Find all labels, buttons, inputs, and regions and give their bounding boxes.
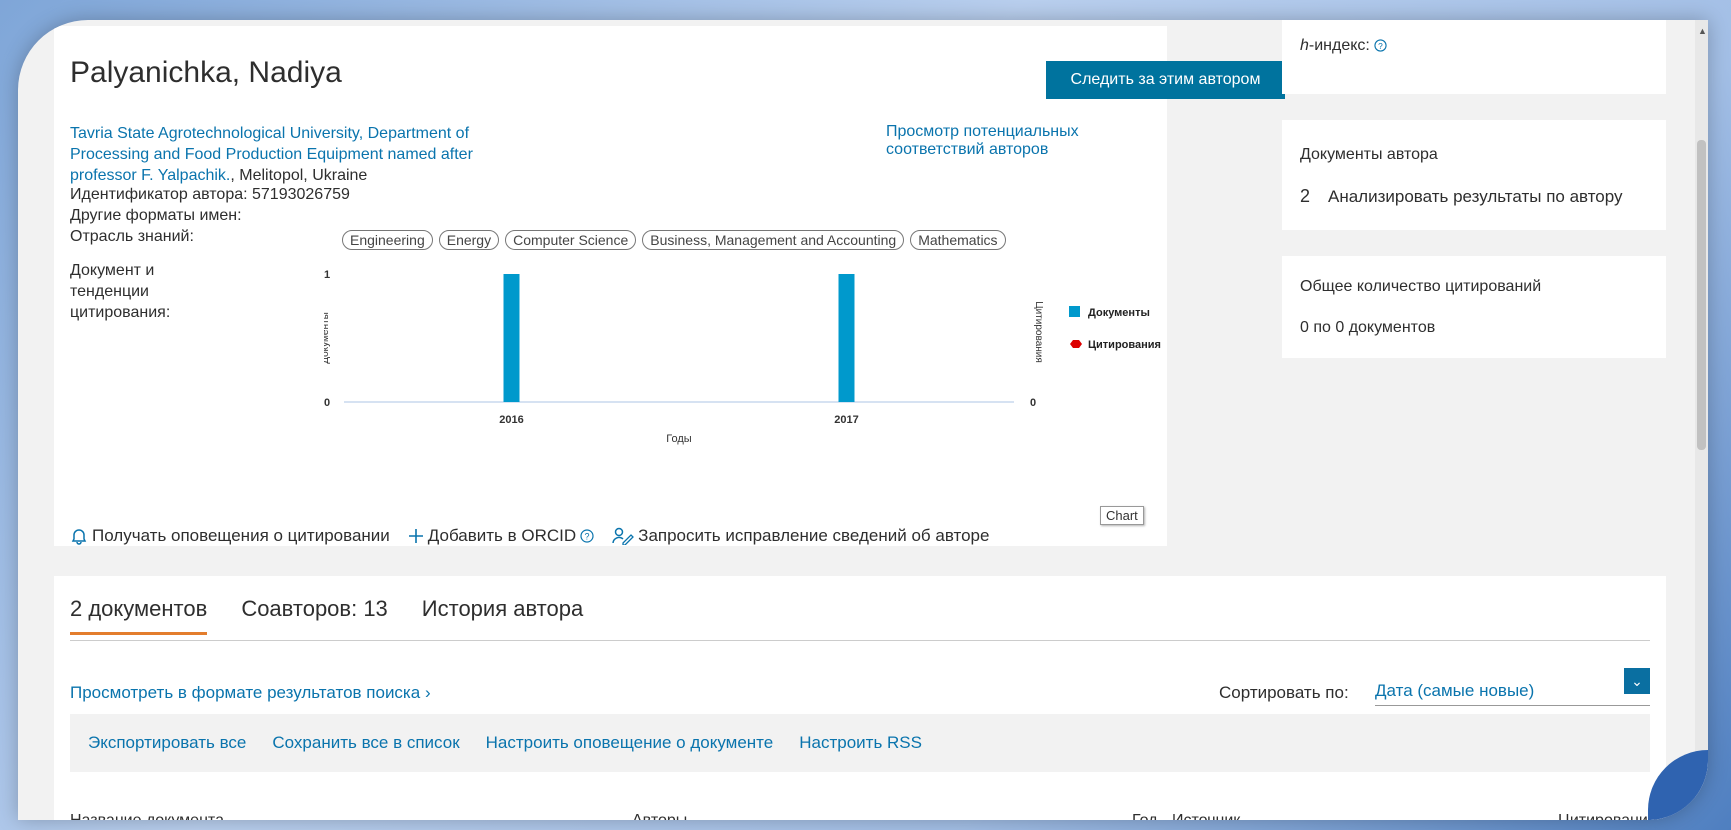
set-rss-button[interactable]: Настроить RSS (799, 733, 922, 753)
hindex-card: h-индекс: ? (1282, 20, 1666, 94)
window-frame: Palyanichka, Nadiya Следить за этим авто… (18, 20, 1708, 820)
subject-chip[interactable]: Mathematics (910, 230, 1006, 250)
y2-axis-label: Цитирования (1033, 301, 1044, 363)
author-profile-card: Palyanichka, Nadiya Следить за этим авто… (54, 26, 1285, 546)
column-authors[interactable]: Авторы (632, 812, 687, 820)
save-all-to-list-button[interactable]: Сохранить все в список (272, 733, 459, 753)
tabs-divider (70, 640, 1650, 641)
author-documents-label: Документы автора (1300, 146, 1438, 163)
view-in-search-link[interactable]: Просмотреть в формате результатов поиска… (70, 683, 431, 703)
subject-chip[interactable]: Engineering (342, 230, 433, 250)
chart-tooltip: Chart (1100, 506, 1144, 525)
legend-swatch-citations (1070, 340, 1082, 348)
potential-matches-link[interactable]: Просмотр потенциальных соответствий авто… (886, 123, 1167, 159)
affiliation-city: , Melitopol, Ukraine (230, 167, 368, 184)
citation-alert-label: Получать оповещения о цитировании (92, 526, 390, 545)
bell-icon (71, 529, 87, 545)
documents-card: 2 документов Соавторов: 13 История автор… (54, 576, 1666, 820)
help-icon[interactable]: ? (580, 529, 594, 543)
column-year[interactable]: Год (1132, 812, 1157, 820)
chart-bar (503, 274, 520, 402)
set-document-alert-button[interactable]: Настроить оповещение о документе (486, 733, 774, 753)
legend-label-documents: Документы (1088, 307, 1150, 319)
subject-chips: Engineering Energy Computer Science Busi… (342, 230, 1006, 250)
subject-chip[interactable]: Energy (438, 230, 500, 250)
tab-author-history[interactable]: История автора (422, 596, 583, 635)
documents-tabs: 2 документов Соавторов: 13 История автор… (70, 596, 583, 635)
column-title[interactable]: Название документа (70, 812, 224, 820)
svg-text:?: ? (1379, 41, 1384, 51)
author-documents-card: Документы автора 2 Анализировать результ… (1282, 120, 1666, 230)
help-icon[interactable]: ? (1374, 39, 1387, 52)
svg-text:?: ? (585, 532, 590, 542)
y-tick-label: 1 (324, 269, 330, 281)
legend-label-citations: Цитирования (1088, 339, 1161, 351)
total-citations-label: Общее количество цитирований (1300, 278, 1542, 295)
hindex-h: h (1300, 37, 1309, 54)
add-orcid-label: Добавить в ORCID (427, 526, 577, 545)
export-all-button[interactable]: Экспортировать все (88, 733, 246, 753)
author-actions: Получать оповещения о цитировании Добави… (70, 526, 989, 546)
scroll-up-icon[interactable]: ▲ (1698, 26, 1707, 36)
x-tick-label: 2017 (834, 414, 858, 426)
sort-select[interactable]: Дата (самые новые) (1375, 681, 1650, 706)
user-edit-icon (612, 527, 635, 545)
view-in-search-label: Просмотреть в формате результатов поиска (70, 683, 421, 702)
total-citations-card: Общее количество цитирований 0 по 0 доку… (1282, 256, 1666, 358)
follow-author-button[interactable]: Следить за этим автором (1046, 61, 1285, 99)
legend-swatch-documents (1069, 306, 1080, 317)
subject-chip[interactable]: Business, Management and Accounting (642, 230, 905, 250)
scrollbar-thumb[interactable] (1697, 140, 1706, 450)
column-source[interactable]: Источник (1172, 812, 1240, 820)
hindex-text: -индекс: (1308, 37, 1370, 54)
chevron-down-icon[interactable]: ⌄ (1624, 668, 1650, 694)
y-axis-label: Документы (324, 312, 331, 364)
chart-bar (838, 274, 855, 402)
request-correction-action[interactable]: Запросить исправление сведений об авторе (612, 526, 989, 546)
doc-trend-label: Документ и тенденции цитирования: (70, 262, 171, 321)
plus-icon (408, 529, 423, 543)
request-correction-label: Запросить исправление сведений об авторе (638, 526, 990, 545)
author-documents-count: 2 (1300, 186, 1311, 206)
citation-alert-action[interactable]: Получать оповещения о цитировании (70, 526, 390, 546)
author-name: Palyanichka, Nadiya (70, 56, 342, 89)
y-tick-label: 0 (324, 397, 330, 409)
subject-area-label: Отрасль знаний: (70, 228, 194, 245)
analyze-results-link[interactable]: Анализировать результаты по автору (1328, 187, 1623, 207)
tab-coauthors[interactable]: Соавторов: 13 (241, 596, 387, 635)
x-axis-label: Годы (666, 433, 692, 445)
column-citations[interactable]: Цитирования (1558, 812, 1657, 820)
add-orcid-action[interactable]: Добавить в ORCID ? (408, 526, 594, 546)
subject-chip[interactable]: Computer Science (505, 230, 637, 250)
documents-toolbar: Экспортировать все Сохранить все в списо… (70, 714, 1650, 772)
affiliation: Tavria State Agrotechnological Universit… (70, 123, 540, 186)
hindex-label: h-индекс: ? (1300, 37, 1387, 55)
sort-label: Сортировать по: (1219, 683, 1349, 702)
y2-tick-label: 0 (1030, 397, 1036, 409)
author-id: Идентификатор автора: 57193026759 (70, 186, 350, 203)
total-citations-value: 0 по 0 документов (1300, 319, 1436, 336)
other-name-formats: Другие форматы имен: (70, 207, 242, 224)
x-tick-label: 2016 (499, 414, 523, 426)
document-citation-chart: 1 0 0 Документы Цитирования 2016 2017 Годы Докум… (324, 269, 1161, 445)
tab-documents[interactable]: 2 документов (70, 596, 208, 635)
chevron-right-icon: › (424, 683, 431, 702)
